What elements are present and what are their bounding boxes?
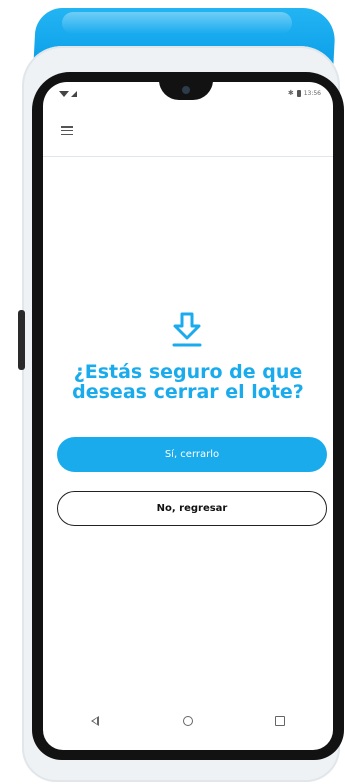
- bluetooth-icon: ✱: [287, 89, 294, 97]
- printer-highlight: [62, 12, 292, 34]
- status-left: [59, 91, 77, 97]
- recents-icon[interactable]: [275, 716, 285, 726]
- cancel-return-button[interactable]: No, regresar: [57, 491, 327, 526]
- wifi-icon: [59, 91, 69, 97]
- battery-icon: [296, 89, 301, 97]
- side-button[interactable]: [18, 310, 25, 370]
- status-right: ✱ 13:56: [288, 89, 321, 97]
- header-divider: [43, 156, 333, 157]
- status-bar: ✱ 13:56: [43, 82, 333, 106]
- status-time: 13:56: [303, 89, 321, 97]
- back-icon[interactable]: [91, 716, 99, 726]
- confirm-question: ¿Estás seguro de que deseas cerrar el lo…: [72, 361, 304, 403]
- home-icon[interactable]: [183, 716, 193, 726]
- menu-icon[interactable]: [61, 126, 73, 135]
- confirm-close-batch-button[interactable]: Sí, cerrarlo: [57, 437, 327, 472]
- device-mockup: ✱ 13:56 ¿Estás seguro de que deseas cerr…: [0, 0, 345, 784]
- download-icon: [172, 312, 202, 347]
- signal-icon: [71, 91, 77, 97]
- phone-screen: ✱ 13:56 ¿Estás seguro de que deseas cerr…: [43, 82, 333, 750]
- navigation-bar: [43, 707, 333, 737]
